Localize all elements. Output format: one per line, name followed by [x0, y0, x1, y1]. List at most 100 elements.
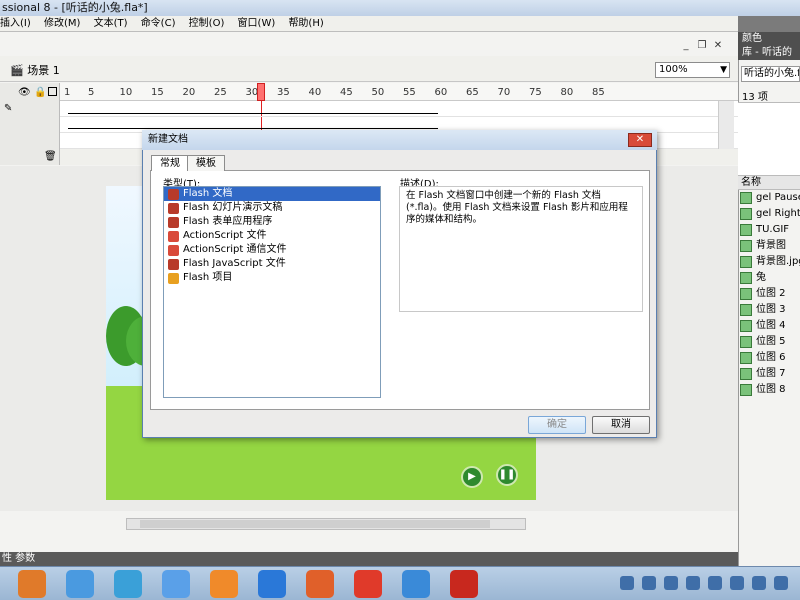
app-icon[interactable] — [210, 570, 238, 598]
play-icon: ▶ — [461, 466, 483, 488]
library-item[interactable]: gel Pause — [738, 190, 800, 206]
scene-label[interactable]: 🎬 场景 1 — [10, 62, 60, 78]
library-item[interactable]: 兔 — [738, 270, 800, 286]
menu-window[interactable]: 窗口(W) — [238, 18, 276, 29]
close-icon[interactable]: ✕ — [712, 40, 724, 52]
eye-icon[interactable]: 👁 — [18, 87, 31, 98]
scrollbar-thumb[interactable] — [140, 520, 490, 528]
tray-icon[interactable] — [642, 576, 656, 590]
menu-control[interactable]: 控制(O) — [189, 18, 225, 29]
document-type-item[interactable]: Flash 幻灯片演示文稿 — [164, 201, 380, 215]
lock-icon[interactable]: 🔒 — [34, 87, 46, 98]
menu-text[interactable]: 文本(T) — [94, 18, 128, 29]
bitmap-icon — [740, 304, 752, 316]
library-item-label: 位图 6 — [756, 352, 786, 363]
pencil-icon: ✎ — [4, 103, 13, 114]
tray-icon[interactable] — [620, 576, 634, 590]
library-item[interactable]: 位图 8 — [738, 382, 800, 398]
ruler-tick: 1 — [64, 87, 71, 98]
tray-icon[interactable] — [708, 576, 722, 590]
library-item[interactable]: 位图 6 — [738, 350, 800, 366]
library-name-header[interactable]: 名称 — [738, 176, 800, 190]
chevron-down-icon: ▼ — [720, 65, 727, 75]
document-type-label: Flash JavaScript 文件 — [183, 258, 286, 269]
library-list: gel Pause gel Right TU.GIF 背景图 背景图.jpg 兔位图 2 位… — [738, 190, 800, 398]
trash-icon[interactable]: 🗑 — [44, 151, 57, 162]
library-item-label: 背景图.jpg — [756, 256, 800, 267]
ruler-tick: 5 — [88, 87, 95, 98]
flash-file-icon — [168, 216, 179, 228]
app-icon[interactable] — [306, 570, 334, 598]
ie-browser-icon[interactable] — [114, 570, 142, 598]
document-type-item[interactable]: Flash JavaScript 文件 — [164, 257, 380, 271]
ruler-tick: 75 — [529, 87, 542, 98]
chrome-icon[interactable] — [66, 570, 94, 598]
menu-bar: 插入(I) 修改(M) 文本(T) 命令(C) 控制(O) 窗口(W) 帮助(H… — [0, 16, 738, 32]
outline-icon[interactable] — [48, 87, 57, 96]
library-item[interactable]: gel Right — [738, 206, 800, 222]
frame-ruler[interactable]: 1 5 10 15 20 25 30 35 40 45 50 55 60 65 70 75 80 85 — [60, 83, 738, 101]
kugou-icon[interactable] — [258, 570, 286, 598]
close-icon[interactable]: ✕ — [628, 133, 652, 147]
zoom-select[interactable]: 100% ▼ — [655, 62, 730, 78]
document-type-item[interactable]: ActionScript 通信文件 — [164, 243, 380, 257]
tween-span — [68, 113, 438, 114]
bitmap-icon — [740, 368, 752, 380]
library-panel-header[interactable]: 库 - 听话的 — [738, 46, 800, 60]
tab-general[interactable]: 常规 — [151, 155, 189, 171]
menu-help[interactable]: 帮助(H) — [288, 18, 323, 29]
tray-icon[interactable] — [686, 576, 700, 590]
bitmap-icon — [740, 320, 752, 332]
pause-icon: ❚❚ — [496, 464, 518, 486]
document-type-item[interactable]: Flash 项目 — [164, 271, 380, 285]
tray-icon[interactable] — [664, 576, 678, 590]
ruler-tick: 70 — [497, 87, 511, 98]
properties-bar[interactable]: 性 参数 — [0, 552, 738, 566]
cloud-app-icon[interactable] — [162, 570, 190, 598]
flash-icon[interactable] — [450, 570, 478, 598]
library-item[interactable]: 位图 7 — [738, 366, 800, 382]
menu-commands[interactable]: 命令(C) — [141, 18, 176, 29]
minimize-icon[interactable]: _ — [680, 40, 692, 52]
timeline-scrollbar[interactable] — [718, 101, 734, 149]
tray-icon[interactable] — [774, 576, 788, 590]
ruler-tick: 80 — [560, 87, 574, 98]
restore-icon[interactable]: ❐ — [696, 40, 708, 52]
document-type-item[interactable]: Flash 文档 — [164, 187, 380, 201]
library-item[interactable]: 背景图.jpg — [738, 254, 800, 270]
flash-file-icon — [168, 202, 179, 214]
flash-file-icon — [168, 230, 179, 242]
scene-bar — [0, 56, 738, 82]
movieclip-icon — [740, 272, 752, 284]
library-item-label: 背景图 — [756, 240, 786, 251]
tab-templates[interactable]: 模板 — [187, 155, 225, 171]
library-item[interactable]: 位图 5 — [738, 334, 800, 350]
document-window-controls: _ ❐ ✕ — [680, 40, 724, 54]
bitmap-icon — [740, 256, 752, 268]
media-player-icon[interactable] — [18, 570, 46, 598]
bitmap-icon — [740, 224, 752, 236]
library-item[interactable]: TU.GIF — [738, 222, 800, 238]
wps-icon[interactable] — [354, 570, 382, 598]
playhead[interactable] — [257, 83, 265, 101]
app-icon[interactable] — [402, 570, 430, 598]
colors-panel-header[interactable]: 颜色 — [738, 32, 800, 46]
scene-icon: 🎬 — [10, 64, 24, 77]
document-type-list: Flash 文档 Flash 幻灯片演示文稿 Flash 表单应用程序 ActionS… — [163, 186, 381, 398]
library-item[interactable]: 位图 4 — [738, 318, 800, 334]
ok-button[interactable]: 确定 — [528, 416, 586, 434]
menu-insert[interactable]: 插入(I) — [0, 18, 31, 29]
cancel-button[interactable]: 取消 — [592, 416, 650, 434]
library-item[interactable]: 背景图 — [738, 238, 800, 254]
description-text: 在 Flash 文档窗口中创建一个新的 Flash 文档 (*.fla)。使用 … — [399, 186, 643, 312]
library-item[interactable]: 位图 3 — [738, 302, 800, 318]
document-type-item[interactable]: Flash 表单应用程序 — [164, 215, 380, 229]
library-item[interactable]: 位图 2 — [738, 286, 800, 302]
network-icon[interactable] — [730, 576, 744, 590]
library-document-select[interactable]: 听话的小兔.fla — [741, 66, 800, 82]
volume-icon[interactable] — [752, 576, 766, 590]
ruler-tick: 60 — [434, 87, 448, 98]
layer-row[interactable] — [60, 101, 738, 117]
document-type-item[interactable]: ActionScript 文件 — [164, 229, 380, 243]
menu-modify[interactable]: 修改(M) — [44, 18, 80, 29]
